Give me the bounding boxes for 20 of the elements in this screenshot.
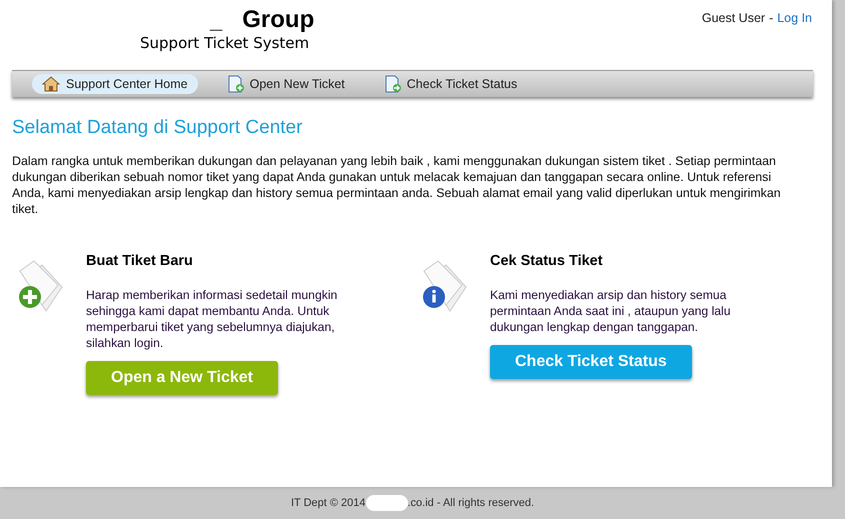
footer-text: IT Dept © 2014 (290, 497, 366, 509)
welcome-title: Selamat Datang di Support Center (12, 117, 304, 139)
logo-subtitle: Support Ticket System (140, 34, 310, 52)
card-text: Harap memberikan informasi sedetail mungkin sehingga kami dapat membantu Anda. Untuk memperbarui tiket yang sebelumnya diajukan, silahkan login. (86, 287, 338, 351)
card-text: Kami menyediakan arsip dan history semua permintaan Anda saat ini , ataupun yang lalu dukungan lengkap dengan tanggapan. (490, 287, 732, 335)
user-name: Guest User (702, 11, 766, 25)
nav-tab[interactable]: Open New Ticket (218, 73, 355, 95)
logo-mark: _ (210, 8, 222, 34)
home-icon (42, 76, 60, 92)
logo-title: Group (242, 6, 314, 34)
nav-tab[interactable]: Support Center Home (32, 74, 198, 94)
login-link[interactable]: Log In (777, 11, 812, 25)
nav-tab[interactable]: Check Ticket Status (374, 73, 528, 95)
card-title: Cek Status Tiket (490, 253, 604, 269)
card-title: Buat Tiket Baru (86, 253, 194, 269)
welcome-text: Dalam rangka untuk memberikan dukungan dan pelayanan yang lebih baik , kami menggunakan dukungan sistem tiket . Setiap permintaan dukungan diberikan sebuah nomor tiket yang dapat Anda gunakan untuk melacak kemajuan dan tanggapan secara online. Untuk referensi Anda, kami menyediakan arsip lengkap dan history semua permintaan anda. Sebuah alamat email yang valid diperlukan untuk mengirimkan tiket. (12, 153, 782, 217)
redaction-mark (366, 495, 408, 511)
separator: - (769, 11, 774, 25)
footer-text: .co.id - All rights reserved. (408, 497, 534, 509)
document-plus-icon (228, 75, 244, 93)
